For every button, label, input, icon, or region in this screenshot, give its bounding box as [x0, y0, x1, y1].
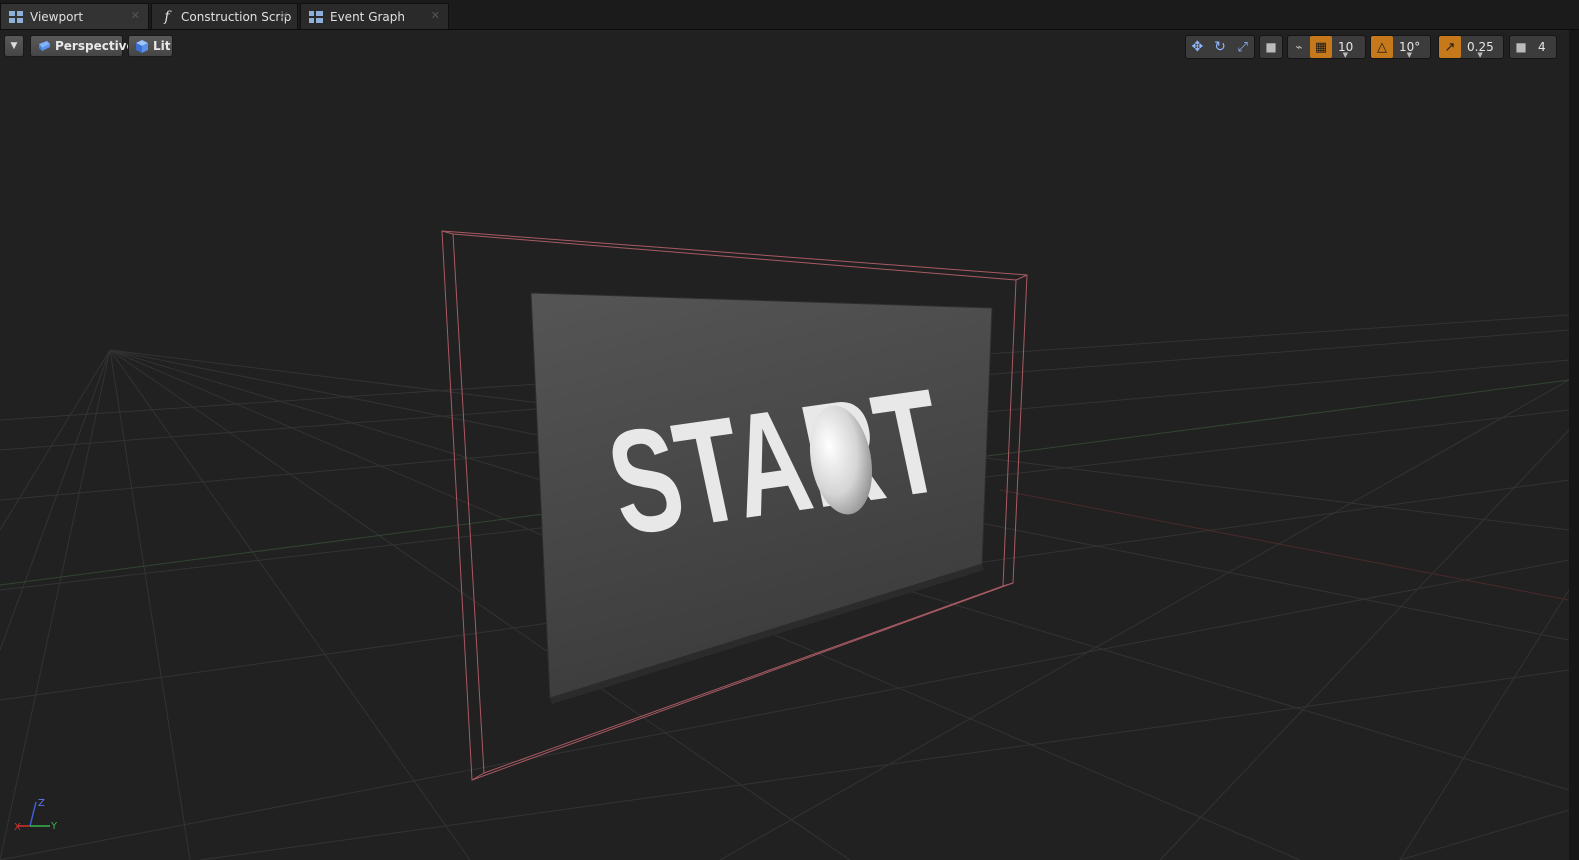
tab-construction-script[interactable]: f Construction Scrip ✕ — [151, 3, 298, 29]
rotate-icon: ↻ — [1214, 39, 1226, 55]
rotate-tool-button[interactable]: ↻ — [1209, 36, 1232, 58]
chevron-down-icon: ▼ — [1477, 51, 1483, 59]
translate-tool-button[interactable]: ✥ — [1186, 36, 1209, 58]
move-arrows-icon: ✥ — [1191, 39, 1204, 55]
tab-label: Construction Scrip — [181, 9, 292, 24]
camera-speed-value[interactable]: 4 — [1532, 36, 1552, 58]
lit-button[interactable]: Lit — [128, 35, 173, 57]
scale-icon: ⤢ — [1237, 39, 1248, 55]
y-axis-label: Y — [50, 821, 58, 832]
camera-speed-button[interactable]: ■ — [1510, 36, 1532, 58]
chevron-down-icon: ▼ — [1342, 51, 1349, 59]
rotation-snap-toggle[interactable]: △ — [1371, 36, 1393, 58]
close-icon[interactable]: ✕ — [131, 9, 140, 22]
tab-label: Event Graph — [330, 9, 405, 24]
viewport-scene: START — [0, 230, 1569, 860]
surface-snap-icon: ⌁ — [1295, 40, 1303, 54]
scale-tool-button[interactable]: ⤢ — [1231, 36, 1254, 58]
chevron-down-icon: ▼ — [10, 41, 18, 51]
viewport[interactable]: START ▼ Perspective Lit ✥ ↻ ⤢ ■ — [0, 30, 1569, 860]
angle-icon: △ — [1377, 39, 1387, 55]
perspective-label: Perspective — [55, 39, 135, 53]
scale-snap-group: ↗ 0.25 ▼ — [1438, 35, 1504, 59]
transform-tools-group: ✥ ↻ ⤢ — [1185, 35, 1255, 59]
close-icon[interactable]: ✕ — [431, 9, 440, 22]
event-graph-icon — [308, 9, 324, 25]
world-local-toggle[interactable]: ■ — [1260, 36, 1282, 58]
chevron-down-icon: ▼ — [1406, 51, 1413, 59]
function-f-icon: f — [164, 8, 170, 25]
coordinate-space-group: ■ — [1259, 35, 1283, 59]
z-axis-label: Z — [38, 798, 45, 809]
tab-label: Viewport — [30, 9, 84, 24]
viewport-options-button[interactable]: ▼ — [4, 35, 24, 57]
grid-snap-toggle[interactable]: ▦ — [1310, 36, 1332, 58]
camera-speed-value-text: 4 — [1538, 40, 1546, 54]
cube-icon: ■ — [1265, 40, 1277, 54]
rotation-snap-value[interactable]: 10° ▼ — [1393, 36, 1426, 59]
tab-viewport[interactable]: Viewport ✕ — [0, 3, 149, 29]
surface-snap-button[interactable]: ⌁ — [1288, 36, 1310, 58]
grid-icon: ▦ — [1314, 39, 1328, 55]
camera-icon: ■ — [1515, 40, 1527, 54]
viewport-grid-icon — [8, 9, 24, 25]
tab-bar: Viewport ✕ f Construction Scrip ✕ Event … — [0, 0, 1579, 30]
scale-snap-toggle[interactable]: ↗ — [1439, 36, 1461, 58]
grid-snap-group: ⌁ ▦ 10 ▼ — [1287, 35, 1366, 59]
scale-snap-value[interactable]: 0.25 ▼ — [1461, 36, 1500, 59]
scale-snap-icon: ↗ — [1444, 39, 1456, 55]
close-icon[interactable]: ✕ — [280, 9, 289, 22]
grid-snap-value[interactable]: 10 ▼ — [1332, 36, 1359, 59]
perspective-cube-icon — [37, 40, 51, 52]
camera-speed-group[interactable]: ■ 4 — [1509, 35, 1557, 59]
lit-label: Lit — [153, 39, 171, 53]
lit-sphere-icon — [135, 39, 149, 53]
perspective-button[interactable]: Perspective — [30, 35, 135, 57]
axis-indicator: Z Y X — [14, 798, 58, 833]
rotation-snap-group: △ 10° ▼ — [1370, 35, 1431, 59]
tab-event-graph[interactable]: Event Graph ✕ — [300, 3, 449, 29]
x-axis-label: X — [14, 822, 21, 833]
viewport-scrollbar[interactable] — [1569, 30, 1579, 860]
